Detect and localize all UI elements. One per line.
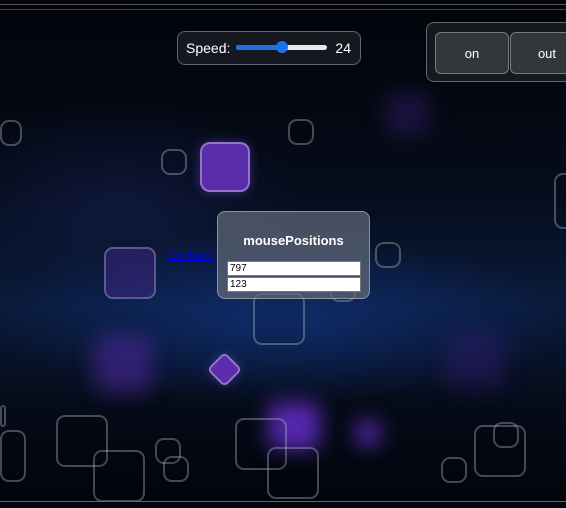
outlined-square [161, 149, 187, 175]
on-button[interactable]: on [435, 32, 509, 74]
speed-control-panel: Speed: 24 [177, 31, 361, 65]
outlined-square [288, 119, 314, 145]
outlined-square [104, 247, 156, 299]
top-divider [0, 4, 566, 5]
speed-slider-thumb[interactable] [275, 41, 288, 53]
top-divider-secondary [0, 9, 566, 10]
outlined-square [554, 173, 566, 229]
blurred-square [385, 92, 429, 136]
go-back-link[interactable]: Go Back [168, 248, 214, 262]
speed-value: 24 [335, 40, 351, 56]
speed-slider[interactable] [236, 41, 328, 53]
outlined-square [163, 456, 189, 482]
purple-diamond [206, 351, 243, 388]
outlined-square [441, 457, 467, 483]
mouse-x-field[interactable] [227, 261, 361, 276]
outlined-square [0, 120, 22, 146]
outlined-square [267, 447, 319, 499]
blurred-square [445, 330, 505, 390]
outlined-square [0, 405, 6, 427]
outlined-square [493, 422, 519, 448]
outlined-square [0, 430, 26, 482]
outlined-square [93, 450, 145, 502]
blurred-square [94, 335, 152, 393]
speed-label: Speed: [186, 40, 231, 56]
out-button[interactable]: out [510, 32, 566, 74]
mode-button-panel: on out [426, 22, 566, 82]
purple-square [200, 142, 250, 192]
mouse-positions-panel: mousePositions [217, 211, 370, 299]
outlined-square [253, 293, 305, 345]
mouse-positions-title: mousePositions [243, 233, 344, 248]
mouse-y-field[interactable] [227, 277, 361, 292]
bottom-divider [0, 501, 566, 502]
outlined-square [375, 242, 401, 268]
blurred-square [355, 420, 381, 446]
